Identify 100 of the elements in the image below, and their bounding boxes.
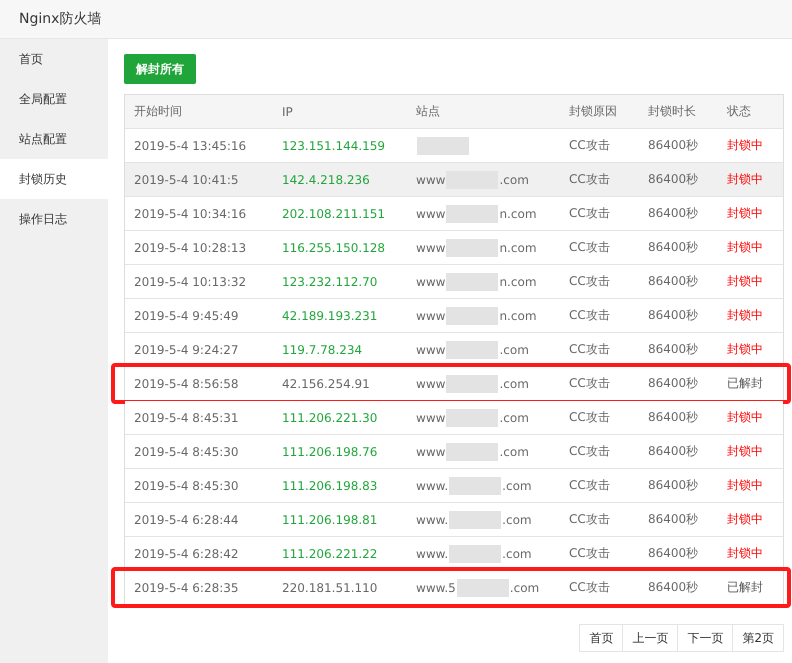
status-text: 封锁中 — [727, 137, 763, 154]
reason-text: CC攻击 — [569, 239, 610, 256]
time-text: 2019-5-4 6:28:42 — [134, 546, 239, 560]
time-text: 2019-5-4 8:45:31 — [134, 410, 239, 424]
site-text: .com — [499, 342, 529, 356]
status-text: 封锁中 — [727, 409, 763, 426]
reason-text: CC攻击 — [569, 409, 610, 426]
sidebar-item[interactable]: 全局配置 — [0, 79, 108, 119]
page-button[interactable]: 第2页 — [732, 624, 784, 652]
site-text: www. — [416, 478, 448, 492]
site-text: www — [416, 410, 446, 424]
column-header: 站点 — [415, 103, 441, 120]
reason-text: CC攻击 — [569, 171, 610, 188]
duration-text: 86400秒 — [648, 511, 698, 528]
ip-text: 123.151.144.159 — [282, 138, 386, 152]
blurred-block — [446, 408, 498, 426]
site-text: www — [416, 308, 446, 322]
sidebar-item[interactable]: 操作日志 — [0, 199, 108, 239]
blurred-block — [449, 476, 502, 494]
site-text: www. — [416, 546, 448, 560]
status-text: 封锁中 — [727, 205, 763, 222]
status-text: 封锁中 — [727, 307, 763, 324]
reason-text: CC攻击 — [569, 341, 610, 358]
reason-text: CC攻击 — [569, 205, 610, 222]
blurred-block — [456, 578, 509, 596]
column-header: 封锁时长 — [647, 103, 697, 120]
column-header: 开始时间 — [133, 103, 183, 120]
status-text: 已解封 — [727, 579, 763, 596]
blurred-block — [446, 238, 498, 256]
time-text: 2019-5-4 6:28:35 — [134, 580, 239, 594]
site-text: .com — [510, 580, 540, 594]
duration-text: 86400秒 — [648, 579, 698, 596]
site-text: .com — [499, 444, 529, 458]
status-text: 封锁中 — [727, 239, 763, 256]
ip-text: 202.108.211.151 — [282, 206, 386, 220]
ip-text: 111.206.221.30 — [282, 410, 378, 424]
site-text: www — [416, 206, 446, 220]
blurred-block — [417, 136, 469, 154]
column-header: 状态 — [726, 103, 752, 120]
ip-text: 119.7.78.234 — [282, 342, 362, 356]
site-text: n.com — [499, 308, 537, 322]
ip-text: 123.232.112.70 — [282, 274, 378, 288]
status-text: 封锁中 — [727, 171, 763, 188]
site-text: .com — [499, 172, 529, 186]
status-text: 已解封 — [727, 375, 763, 392]
time-text: 2019-5-4 10:34:16 — [134, 206, 246, 220]
ip-text: 111.206.198.76 — [282, 444, 378, 458]
page-button[interactable]: 下一页 — [677, 624, 734, 652]
blurred-block — [446, 340, 498, 358]
site-text: www.5 — [416, 580, 456, 594]
sidebar-item[interactable]: 站点配置 — [0, 119, 108, 159]
reason-text: CC攻击 — [569, 579, 610, 596]
duration-text: 86400秒 — [648, 171, 698, 188]
site-text: www — [416, 172, 446, 186]
time-text: 2019-5-4 8:45:30 — [134, 478, 239, 492]
page-button[interactable]: 首页 — [579, 624, 624, 652]
column-header: IP — [281, 104, 294, 120]
ip-text: 42.189.193.231 — [282, 308, 378, 322]
status-text: 封锁中 — [727, 443, 763, 460]
site-text: www — [416, 240, 446, 254]
reason-text: CC攻击 — [569, 511, 610, 528]
site-text: .com — [502, 478, 532, 492]
duration-text: 86400秒 — [648, 341, 698, 358]
site-text: www — [416, 444, 446, 458]
status-text: 封锁中 — [727, 511, 763, 528]
site-text: www — [416, 376, 446, 390]
duration-text: 86400秒 — [648, 545, 698, 562]
sidebar-item[interactable]: 封锁历史 — [0, 159, 108, 199]
site-text: www. — [416, 512, 448, 526]
time-text: 2019-5-4 8:45:30 — [134, 444, 239, 458]
page-button[interactable]: 上一页 — [622, 624, 678, 652]
site-text: .com — [499, 410, 529, 424]
duration-text: 86400秒 — [648, 273, 698, 290]
site-text: n.com — [499, 206, 537, 220]
ip-text: 111.206.198.81 — [282, 512, 378, 526]
ip-text: 111.206.198.83 — [282, 478, 378, 492]
site-text: n.com — [499, 274, 537, 288]
window-title: Nginx防火墙 — [19, 10, 102, 28]
site-text: .com — [502, 546, 532, 560]
reason-text: CC攻击 — [569, 443, 610, 460]
reason-text: CC攻击 — [569, 273, 610, 290]
blurred-block — [449, 544, 502, 562]
sidebar-item[interactable]: 首页 — [0, 39, 108, 79]
ip-text: 142.4.218.236 — [282, 172, 370, 186]
site-text: www — [416, 274, 446, 288]
site-text: n.com — [499, 240, 537, 254]
time-text: 2019-5-4 9:24:27 — [134, 342, 239, 356]
status-text: 封锁中 — [727, 545, 763, 562]
time-text: 2019-5-4 10:13:32 — [134, 274, 246, 288]
time-text: 2019-5-4 9:45:49 — [134, 308, 239, 322]
blurred-block — [446, 272, 498, 290]
duration-text: 86400秒 — [648, 477, 698, 494]
duration-text: 86400秒 — [648, 307, 698, 324]
duration-text: 86400秒 — [648, 239, 698, 256]
blurred-block — [446, 306, 498, 324]
reason-text: CC攻击 — [569, 375, 610, 392]
status-text: 封锁中 — [727, 477, 763, 494]
duration-text: 86400秒 — [648, 137, 698, 154]
reason-text: CC攻击 — [569, 477, 610, 494]
blurred-block — [449, 510, 502, 528]
